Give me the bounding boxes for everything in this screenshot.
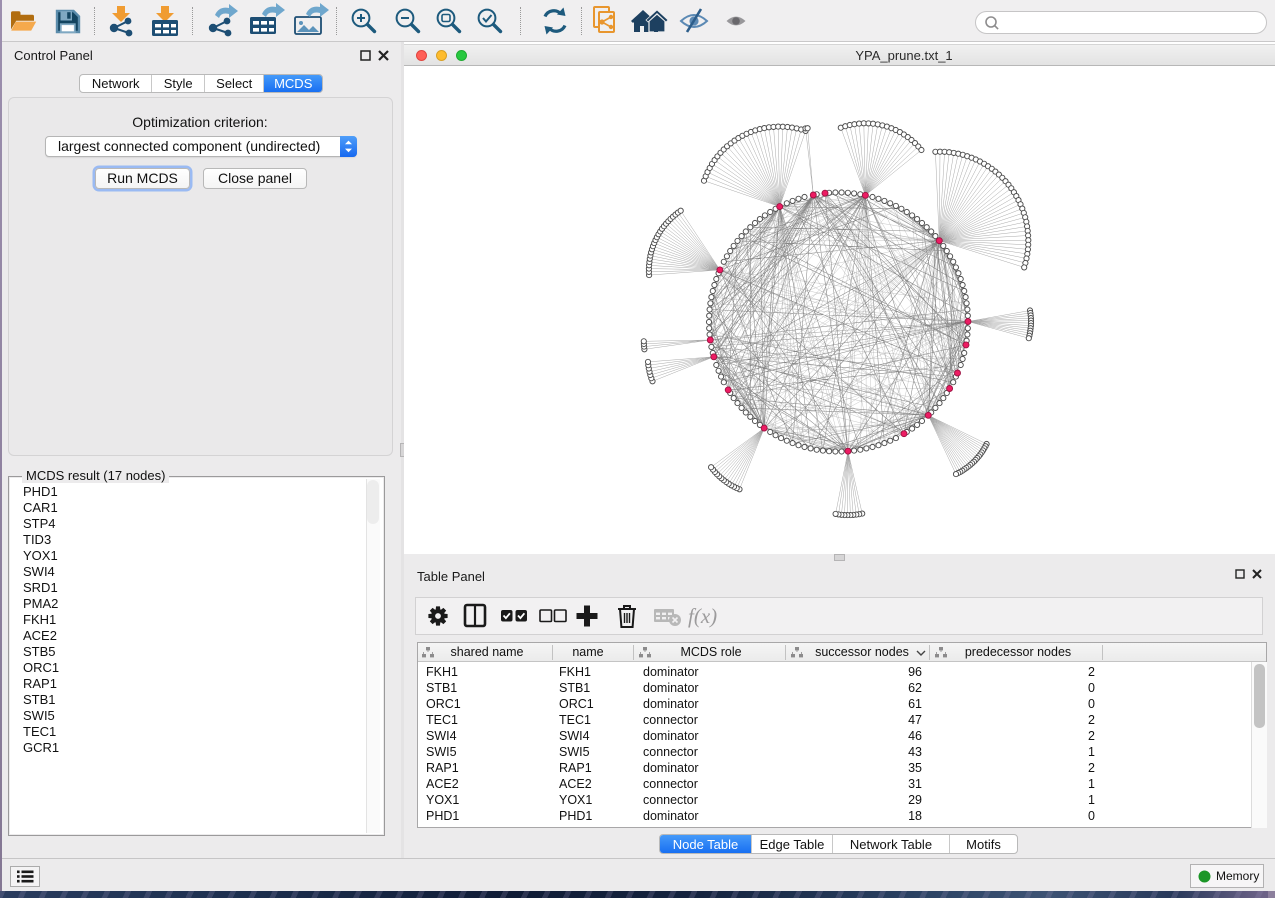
svg-text:f(x): f(x) [688, 604, 717, 628]
